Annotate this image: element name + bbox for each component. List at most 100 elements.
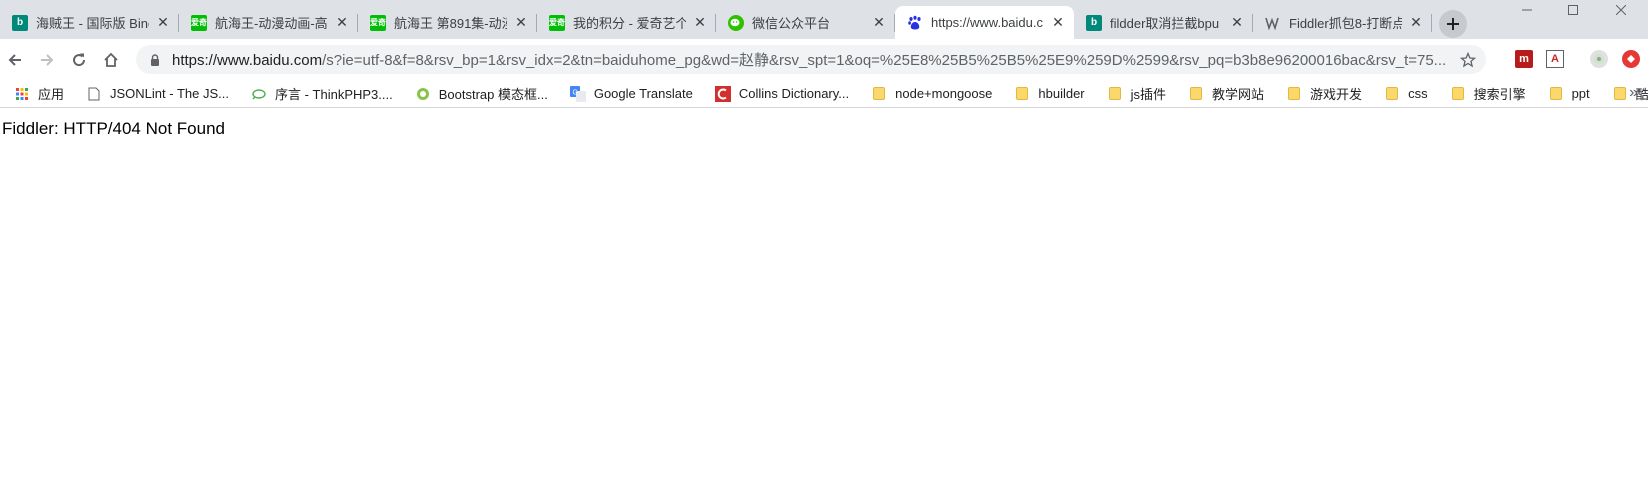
toolbar: https://www.baidu.com/s?ie=utf-8&f=8&rsv… — [0, 39, 1648, 80]
url-text[interactable]: https://www.baidu.com/s?ie=utf-8&f=8&rsv… — [172, 49, 1486, 70]
tab-wechat[interactable]: 微信公众平台 ✕ — [716, 6, 895, 39]
folder-icon — [1450, 86, 1466, 102]
bookmark-label: JSONLint - The JS... — [110, 86, 229, 101]
page-icon — [86, 86, 102, 102]
iqiyi-icon: 爱奇 — [549, 14, 565, 31]
extension-circle-icon[interactable] — [1590, 50, 1608, 68]
tab-list: b 海贼王 - 国际版 Bing ✕ 爱奇 航海王-动漫动画-高清 ✕ 爱奇 航… — [0, 6, 1432, 39]
bookmark-folder-js-plugins[interactable]: js插件 — [1101, 82, 1172, 106]
bookmark-jsonlint[interactable]: JSONLint - The JS... — [80, 82, 235, 106]
extension-red-icon[interactable]: m — [1515, 50, 1533, 68]
bookmark-folder-gamedev[interactable]: 游戏开发 — [1280, 82, 1368, 106]
page-content: Fiddler: HTTP/404 Not Found — [0, 109, 1648, 490]
close-icon[interactable]: ✕ — [513, 14, 529, 31]
bookmark-label: hbuilder — [1038, 86, 1085, 101]
close-icon[interactable]: ✕ — [1408, 14, 1424, 31]
ws-icon — [1265, 15, 1281, 31]
folder-icon — [871, 86, 887, 102]
tab-fiddler-breakpoint[interactable]: Fiddler抓包8-打断点 ✕ — [1253, 6, 1432, 39]
bookmark-apps[interactable]: 应用 — [8, 82, 70, 106]
iqiyi-icon: 爱奇 — [370, 14, 386, 31]
extension-adblock-icon[interactable] — [1622, 50, 1640, 68]
bing-icon: b — [12, 14, 28, 31]
close-icon[interactable]: ✕ — [1050, 14, 1066, 31]
browser-window: b 海贼王 - 国际版 Bing ✕ 爱奇 航海王-动漫动画-高清 ✕ 爱奇 航… — [0, 0, 1648, 490]
bookmark-label: 教学网站 — [1212, 87, 1265, 102]
tab-bing-fiddler[interactable]: b fildder取消拦截bpu ✕ — [1074, 6, 1253, 39]
forward-button[interactable] — [34, 47, 60, 73]
reload-button[interactable] — [66, 47, 92, 73]
folder-icon — [1548, 86, 1564, 102]
tab-iqiyi-episode[interactable]: 爱奇 航海王 第891集-动漫 ✕ — [358, 6, 537, 39]
minimize-button[interactable] — [1504, 0, 1550, 20]
folder-icon — [1188, 86, 1204, 102]
arrow-left-icon — [8, 54, 21, 66]
home-button[interactable] — [98, 47, 124, 73]
apps-grid-icon — [14, 86, 30, 102]
window-close-button[interactable] — [1598, 0, 1644, 20]
bookmark-label: 游戏开发 — [1310, 87, 1363, 102]
bookmark-folder-ppt[interactable]: ppt — [1542, 82, 1596, 106]
close-icon[interactable]: ✕ — [692, 14, 708, 31]
bookmark-label: 序言 - ThinkPHP3.... — [274, 87, 393, 102]
google-translate-icon: G — [569, 85, 586, 102]
tab-baidu-active[interactable]: https://www.baidu.c ✕ — [895, 6, 1074, 39]
address-bar[interactable]: https://www.baidu.com/s?ie=utf-8&f=8&rsv… — [136, 45, 1486, 74]
bookmark-thinkphp[interactable]: 序言 - ThinkPHP3.... — [245, 82, 399, 106]
bootstrap-icon — [415, 86, 431, 102]
iqiyi-icon: 爱奇 — [191, 14, 207, 31]
bookmark-bootstrap[interactable]: Bootstrap 模态框... — [409, 82, 554, 106]
home-icon — [104, 52, 118, 67]
bookmark-folder-teaching[interactable]: 教学网站 — [1182, 82, 1270, 106]
close-icon[interactable]: ✕ — [155, 14, 171, 31]
tab-title: 航海王 第891集-动漫 — [394, 16, 507, 31]
close-icon[interactable]: ✕ — [334, 14, 350, 31]
folder-icon — [1107, 86, 1123, 102]
folder-icon — [1384, 86, 1400, 102]
minimize-icon — [1522, 9, 1532, 11]
bookmark-collins[interactable]: Collins Dictionary... — [709, 82, 855, 106]
maximize-button[interactable] — [1550, 0, 1596, 20]
folder-icon — [1612, 86, 1628, 102]
folder-icon — [1286, 86, 1302, 102]
tab-strip: b 海贼王 - 国际版 Bing ✕ 爱奇 航海王-动漫动画-高清 ✕ 爱奇 航… — [0, 0, 1648, 39]
chevron-double-right-icon[interactable]: » — [1629, 84, 1638, 102]
url-path: /s?ie=utf-8&f=8&rsv_bp=1&rsv_idx=2&tn=ba… — [322, 52, 1447, 69]
reload-icon — [73, 53, 86, 67]
bookmark-label: css — [1408, 86, 1428, 101]
tab-title: 航海王-动漫动画-高清 — [215, 16, 328, 31]
extension-font-icon[interactable]: A — [1546, 50, 1564, 68]
bookmark-label: 搜索引擎 — [1473, 87, 1526, 102]
maximize-icon — [1568, 5, 1578, 15]
bookmark-label: node+mongoose — [895, 86, 993, 101]
baidu-icon — [907, 15, 923, 31]
svg-text:G: G — [572, 89, 577, 96]
bookmark-folder-search[interactable]: 搜索引擎 — [1444, 82, 1532, 106]
url-host: https://www.baidu.com — [172, 52, 323, 69]
error-message: Fiddler: HTTP/404 Not Found — [2, 119, 225, 138]
bing-icon: b — [1086, 14, 1102, 31]
bookmark-label: Google Translate — [593, 86, 693, 101]
tab-title: 微信公众平台 — [752, 16, 831, 31]
tab-iqiyi-points[interactable]: 爱奇 我的积分 - 爱奇艺个人 ✕ — [537, 6, 716, 39]
tab-title: 海贼王 - 国际版 Bing — [36, 16, 149, 31]
close-icon[interactable]: ✕ — [871, 14, 887, 31]
new-tab-button[interactable] — [1439, 10, 1467, 38]
tab-title: fildder取消拦截bpu — [1110, 16, 1220, 31]
tab-iqiyi-anime[interactable]: 爱奇 航海王-动漫动画-高清 ✕ — [179, 6, 358, 39]
tab-bing-onepiece[interactable]: b 海贼王 - 国际版 Bing ✕ — [0, 6, 179, 39]
bookmark-folder-node[interactable]: node+mongoose — [865, 82, 998, 106]
folder-icon — [1014, 86, 1030, 102]
bookmark-label: ppt — [1571, 86, 1590, 101]
bookmark-folder-cool-sites[interactable]: 酷炫的网站 — [1606, 82, 1648, 106]
tab-title: https://www.baidu.c — [931, 15, 1043, 30]
back-button[interactable] — [2, 47, 28, 73]
bookmark-folder-hbuilder[interactable]: hbuilder — [1008, 82, 1090, 106]
bookmark-folder-css[interactable]: css — [1378, 82, 1434, 106]
bookmark-google-translate[interactable]: G Google Translate — [564, 82, 699, 106]
arrow-right-icon — [41, 54, 54, 66]
bookmark-star-icon[interactable] — [1458, 50, 1478, 70]
plus-icon — [1447, 18, 1459, 30]
close-icon[interactable]: ✕ — [1229, 14, 1245, 31]
bookmark-label: Bootstrap 模态框... — [438, 87, 548, 102]
